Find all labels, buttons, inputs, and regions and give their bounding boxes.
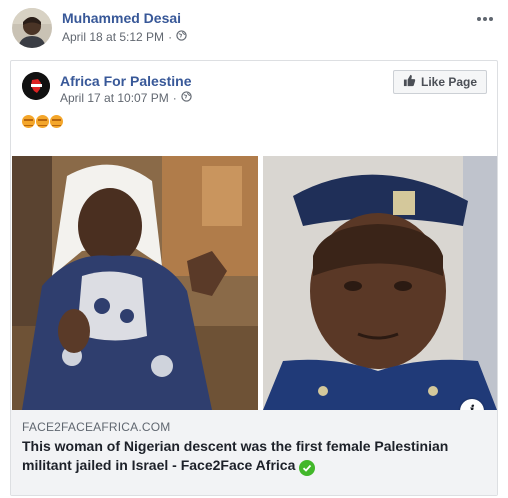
meta-separator: · <box>168 30 173 44</box>
post-meta: April 18 at 5:12 PM · <box>62 30 187 44</box>
post-author-name[interactable]: Muhammed Desai <box>62 10 181 26</box>
article-photo-right[interactable] <box>263 156 497 410</box>
like-page-label: Like Page <box>420 75 478 89</box>
globe-icon[interactable] <box>176 30 187 44</box>
link-domain: FACE2FACEAFRICA.COM <box>22 420 171 434</box>
more-options-icon[interactable] <box>476 6 494 27</box>
author-avatar[interactable] <box>12 8 52 48</box>
verified-checkmark-icon <box>299 460 316 476</box>
meta-separator: · <box>172 91 177 105</box>
link-title-text: This woman of Nigerian descent was the f… <box>22 438 449 473</box>
like-page-button[interactable]: Like Page <box>393 70 487 94</box>
page-logo[interactable] <box>22 72 50 100</box>
raised-fist-emoji-icon <box>22 115 63 128</box>
thumbs-up-icon <box>403 74 416 90</box>
link-title[interactable]: This woman of Nigerian descent was the f… <box>22 437 462 476</box>
article-photo-left[interactable] <box>12 156 258 410</box>
post-timestamp[interactable]: April 18 at 5:12 PM <box>62 30 164 44</box>
shared-post-meta: April 17 at 10:07 PM · <box>60 91 192 105</box>
shared-post-timestamp[interactable]: April 17 at 10:07 PM <box>60 91 169 105</box>
shared-page-name[interactable]: Africa For Palestine <box>60 73 192 89</box>
globe-icon[interactable] <box>181 91 192 105</box>
